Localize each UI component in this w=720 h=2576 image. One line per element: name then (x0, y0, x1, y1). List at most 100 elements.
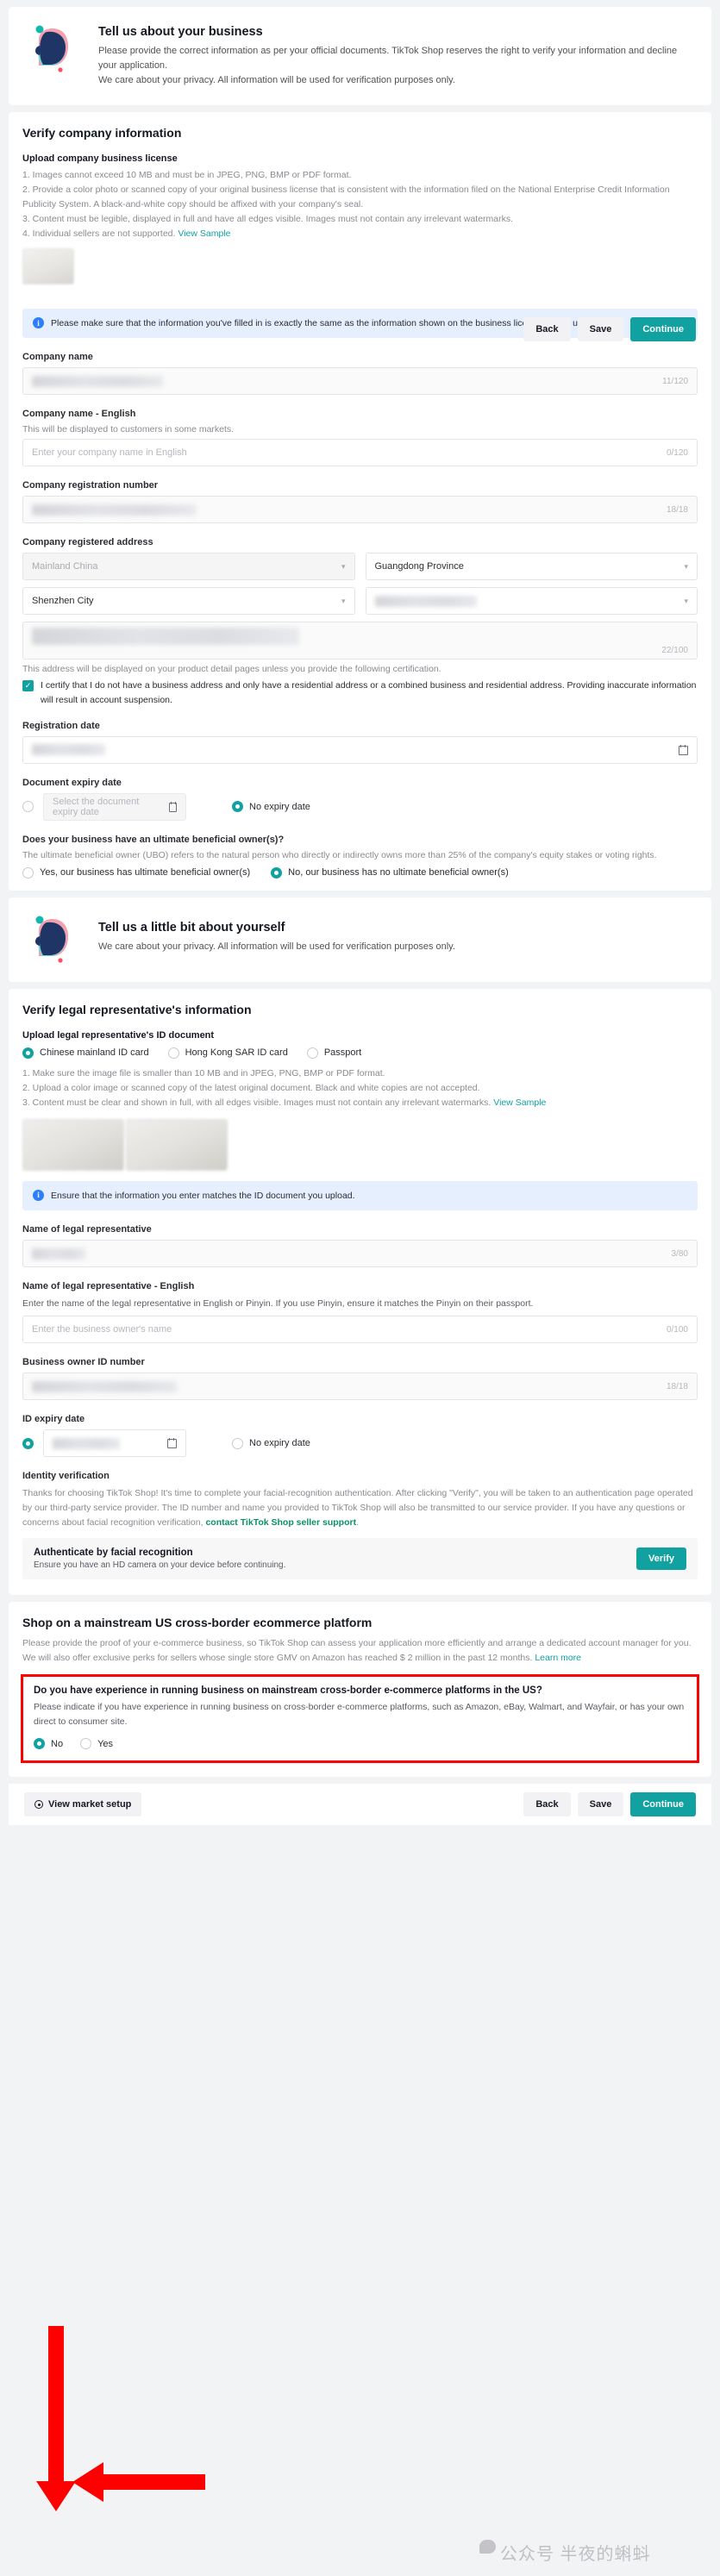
intro-line-2: We care about your privacy. All informat… (98, 75, 455, 86)
watermark-bubble-icon (479, 2540, 496, 2554)
legal-section-title: Verify legal representative's informatio… (22, 1002, 252, 1016)
address-row-2: Shenzhen City ▾ ▾ (22, 587, 698, 616)
ubo-help-text: The ultimate beneficial owner (UBO) refe… (22, 849, 657, 860)
calendar-icon[interactable] (169, 801, 177, 812)
id-front-thumbnail[interactable] (22, 1118, 124, 1171)
ubo-no-option[interactable]: No, our business has no ultimate benefic… (271, 866, 509, 878)
address-province-value: Guangdong Province (374, 561, 464, 572)
id-no-expiry-option[interactable]: No expiry date (232, 1437, 310, 1449)
experience-no-option[interactable]: No (34, 1738, 63, 1749)
id-no-expiry-radio[interactable] (232, 1437, 243, 1449)
document-expiry-date-input[interactable]: Select the document expiry date (43, 792, 186, 821)
id-type-hongkong-label: Hong Kong SAR ID card (185, 1047, 288, 1059)
back-button-top[interactable]: Back (523, 317, 571, 342)
experience-yes-radio[interactable] (80, 1738, 92, 1749)
company-name-en-label: Company name - English (22, 409, 136, 420)
id-expiry-date-radio[interactable] (22, 1437, 34, 1449)
calendar-icon[interactable] (679, 744, 688, 755)
view-market-setup-button[interactable]: View market setup (24, 1792, 142, 1816)
ubo-yes-option[interactable]: Yes, our business has ultimate beneficia… (22, 866, 251, 878)
id-expiry-date-input[interactable] (43, 1429, 186, 1457)
registration-date-input[interactable] (22, 735, 698, 764)
address-detail-input[interactable]: 22/100 (22, 622, 698, 660)
license-rule-3: 3. Content must be legible, displayed in… (22, 214, 514, 225)
upload-license-label: Upload company business license (22, 153, 178, 165)
id-type-chinese-mainland-option[interactable]: Chinese mainland ID card (22, 1047, 149, 1059)
doc-no-expiry-option[interactable]: No expiry date (232, 801, 310, 813)
watermark-text: 公众号 半夜的蝌蚪 (500, 2545, 651, 2564)
company-registration-number-counter: 18/18 (666, 504, 688, 515)
view-sample-link-id[interactable]: View Sample (493, 1097, 546, 1108)
business-owner-id-counter: 18/18 (666, 1381, 688, 1391)
address-city-select[interactable]: Shenzhen City ▾ (22, 587, 355, 616)
seller-support-link[interactable]: contact TikTok Shop seller support (205, 1517, 356, 1528)
check-icon[interactable]: ✓ (22, 680, 34, 692)
view-sample-link-license[interactable]: View Sample (178, 228, 230, 239)
legal-rep-name-input[interactable]: 3/80 (22, 1240, 698, 1268)
intro-line-1: Please provide the correct information a… (98, 46, 678, 72)
ubo-no-radio[interactable] (271, 866, 283, 878)
info-icon: i (33, 1189, 44, 1201)
license-upload-area[interactable] (22, 248, 698, 285)
id-type-hongkong-option[interactable]: Hong Kong SAR ID card (167, 1047, 288, 1059)
tiktok-shop-logo-icon (28, 22, 83, 74)
identity-verification-desc: Thanks for choosing TikTok Shop! It's ti… (22, 1486, 698, 1530)
id-type-hongkong-radio[interactable] (167, 1047, 179, 1059)
id-type-chinese-mainland-radio[interactable] (22, 1047, 34, 1059)
address-row-1: Mainland China ▾ Guangdong Province ▾ (22, 553, 698, 581)
license-rule-4-wrap: 4. Individual sellers are not supported.… (22, 227, 698, 241)
id-back-thumbnail[interactable] (126, 1118, 228, 1171)
facial-recognition-title: Authenticate by facial recognition (34, 1547, 193, 1558)
learn-more-link[interactable]: Learn more (535, 1653, 581, 1663)
company-name-en-input[interactable]: Enter your company name in English 0/120 (22, 439, 698, 467)
residential-address-certification[interactable]: ✓ I certify that I do not have a busines… (22, 678, 698, 707)
cross-border-platform-card: Shop on a mainstream US cross-border eco… (9, 1602, 711, 1777)
id-type-passport-option[interactable]: Passport (306, 1047, 361, 1059)
company-name-en-help: This will be displayed to customers in s… (22, 424, 235, 435)
id-rule-3-wrap: 3. Content must be clear and shown in fu… (22, 1096, 698, 1110)
ubo-yes-radio[interactable] (22, 866, 34, 878)
id-type-chinese-mainland-label: Chinese mainland ID card (40, 1047, 149, 1059)
experience-no-radio[interactable] (34, 1738, 45, 1749)
calendar-icon[interactable] (167, 1438, 177, 1448)
doc-no-expiry-label: No expiry date (249, 801, 310, 812)
verify-legal-representative-card: Verify legal representative's informatio… (9, 988, 711, 1595)
company-name-input[interactable]: 11/120 (22, 367, 698, 396)
verify-company-information-card: Verify company information Upload compan… (9, 112, 711, 891)
id-document-upload-area[interactable] (22, 1118, 698, 1171)
id-type-passport-radio[interactable] (306, 1047, 318, 1059)
ubo-question-label: Does your business have an ultimate bene… (22, 834, 285, 845)
ubo-yes-label: Yes, our business has ultimate beneficia… (40, 867, 251, 878)
address-province-select[interactable]: Guangdong Province ▾ (365, 553, 698, 581)
legal-rep-name-counter: 3/80 (671, 1248, 688, 1259)
save-button-top[interactable]: Save (577, 317, 624, 342)
experience-yes-option[interactable]: Yes (80, 1738, 113, 1749)
address-country-select[interactable]: Mainland China ▾ (22, 553, 355, 581)
legal-rep-name-en-input[interactable]: Enter the business owner's name 0/100 (22, 1316, 698, 1343)
experience-question-title: Do you have experience in running busine… (34, 1685, 542, 1696)
experience-question-help: Please indicate if you have experience i… (34, 1702, 685, 1727)
id-no-expiry-label: No expiry date (249, 1438, 310, 1448)
legal-rep-name-en-help: Enter the name of the legal representati… (22, 1298, 534, 1310)
view-market-setup-label: View market setup (48, 1799, 132, 1810)
arrow-left-annotation (72, 2462, 205, 2502)
business-owner-id-input[interactable]: 18/18 (22, 1372, 698, 1400)
doc-expiry-date-radio[interactable] (22, 801, 34, 813)
continue-button-footer[interactable]: Continue (630, 1792, 696, 1816)
id-rule-2: 2. Upload a color image or scanned copy … (22, 1082, 480, 1093)
facial-recognition-box: Authenticate by facial recognition Ensur… (22, 1538, 698, 1579)
back-button-footer[interactable]: Back (523, 1792, 571, 1816)
legal-rep-name-en-counter: 0/100 (666, 1324, 688, 1335)
experience-yes-label: Yes (97, 1738, 114, 1749)
save-button-footer[interactable]: Save (577, 1792, 624, 1816)
license-thumbnail[interactable] (22, 248, 74, 285)
company-name-en-placeholder: Enter your company name in English (32, 447, 187, 459)
doc-no-expiry-radio[interactable] (232, 801, 243, 813)
company-registration-number-input[interactable]: 18/18 (22, 496, 698, 524)
address-district-select[interactable]: ▾ (365, 587, 698, 616)
verify-button[interactable]: Verify (636, 1547, 686, 1570)
company-registered-address-label: Company registered address (22, 537, 153, 548)
platform-desc: Please provide the proof of your e-comme… (22, 1638, 692, 1663)
chevron-down-icon: ▾ (341, 561, 346, 571)
continue-button-top[interactable]: Continue (630, 317, 696, 342)
